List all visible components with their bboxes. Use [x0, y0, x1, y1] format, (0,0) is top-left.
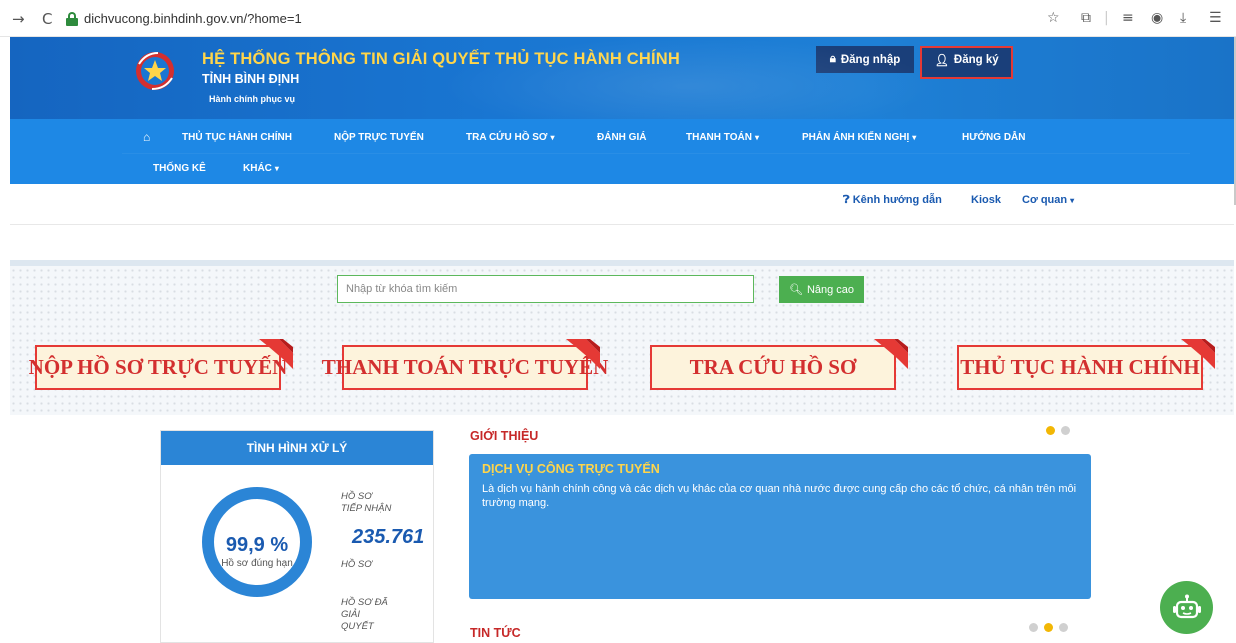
banner-label: NỘP HỒ SƠ TRỰC TUYẾN — [28, 355, 288, 379]
url-text[interactable]: dichvucong.binhdinh.gov.vn/?home=1 — [84, 11, 302, 26]
news-section-title: TIN TỨC — [470, 626, 521, 640]
nav-item-huong-dan[interactable]: HƯỚNG DẪN — [962, 132, 1026, 143]
nav-item-danh-gia[interactable]: ĐÁNH GIÁ — [597, 132, 646, 143]
on-time-label: Hồ sơ đúng hạn — [221, 558, 293, 569]
news-carousel-dots — [1029, 623, 1068, 632]
chevron-down-icon: ▾ — [1070, 196, 1075, 205]
nav-item-thong-ke[interactable]: THỐNG KÊ — [153, 163, 206, 174]
nav-row-divider — [122, 153, 1190, 184]
intro-carousel-dots — [1046, 426, 1070, 435]
carousel-dot[interactable] — [1044, 623, 1053, 632]
nav-item-thanh-toan[interactable]: THANH TOÁN ▾ — [686, 132, 759, 143]
received-label: HỒ SƠ TIẾP NHẬN — [341, 491, 392, 514]
address-bar[interactable]: dichvucong.binhdinh.gov.vn/?home=1 — [66, 6, 1071, 31]
reading-list-icon[interactable]: ≡ — [1122, 10, 1134, 26]
divider — [10, 224, 1234, 225]
banner-label: THỦ TỤC HÀNH CHÍNH — [960, 355, 1200, 379]
received-unit: HỒ SƠ — [341, 559, 372, 570]
intro-card: DỊCH VỤ CÔNG TRỰC TUYẾN Là dịch vụ hành … — [469, 454, 1091, 599]
bookmark-star-icon[interactable]: ☆ — [1047, 10, 1060, 26]
toolbar-divider: | — [1104, 10, 1109, 26]
extensions-icon[interactable]: ⧉ — [1081, 10, 1091, 26]
band-top-strip — [10, 260, 1234, 266]
banner-tra-cuu[interactable]: TRA CỨU HỒ SƠ — [650, 339, 908, 390]
nav-item-thu-tuc[interactable]: THỦ TỤC HÀNH CHÍNH — [182, 132, 292, 143]
processing-stats-panel: TÌNH HÌNH XỬ LÝ 99,9 % Hồ sơ đúng hạn HỒ… — [160, 430, 434, 643]
guide-channel-link[interactable]: ❓︎ Kênh hướng dẫn — [843, 194, 942, 207]
banner-nop-ho-so[interactable]: NỘP HỒ SƠ TRỰC TUYẾN — [29, 339, 293, 390]
login-label: Đăng nhập — [840, 53, 901, 66]
robot-icon — [1172, 594, 1201, 618]
kiosk-link[interactable]: Kiosk — [971, 194, 1001, 206]
main-navigation: ⌂ THỦ TỤC HÀNH CHÍNH NỘP TRỰC TUYẾN TRA … — [10, 119, 1234, 184]
site-subtitle: TỈNH BÌNH ĐỊNH — [202, 72, 300, 86]
site-title: HỆ THỐNG THÔNG TIN GIẢI QUYẾT THỦ TỤC HÀ… — [202, 50, 681, 68]
nav-item-nop-truc-tuyen[interactable]: NỘP TRỰC TUYẾN — [334, 132, 424, 143]
register-label: Đăng ký — [953, 53, 999, 66]
intro-section-title: GIỚI THIỆU — [470, 429, 539, 443]
intro-card-title: DỊCH VỤ CÔNG TRỰC TUYẾN — [482, 462, 660, 476]
chevron-down-icon: ▾ — [274, 164, 279, 173]
province-logo-icon[interactable] — [134, 50, 176, 92]
banner-thanh-toan[interactable]: THANH TOÁN TRỰC TUYẾN — [322, 339, 608, 390]
chevron-down-icon: ▾ — [754, 133, 759, 142]
chevron-down-icon: ▾ — [550, 133, 555, 142]
carousel-dot[interactable] — [1046, 426, 1055, 435]
ribbon-icon — [566, 339, 600, 369]
chatbot-button[interactable] — [1160, 581, 1213, 634]
solved-label: HỒ SƠ ĐÃ GIẢI QUYẾT — [341, 597, 388, 632]
nav-item-khac[interactable]: KHÁC ▾ — [243, 163, 279, 174]
browser-toolbar: → C dichvucong.binhdinh.gov.vn/?home=1 ☆… — [0, 0, 1236, 37]
banner-thu-tuc[interactable]: THỦ TỤC HÀNH CHÍNH — [957, 339, 1215, 390]
carousel-dot[interactable] — [1029, 623, 1038, 632]
chevron-down-icon: ▾ — [912, 133, 917, 142]
received-count: 235.761 — [352, 526, 425, 548]
home-icon[interactable]: ⌂ — [143, 130, 150, 144]
banner-label: TRA CỨU HỒ SƠ — [689, 355, 857, 379]
search-input[interactable] — [337, 275, 754, 303]
reload-icon[interactable]: C — [42, 10, 52, 28]
download-icon[interactable]: ⤓ — [1180, 10, 1186, 26]
ribbon-icon — [1181, 339, 1215, 369]
lock-icon: 🔒︎ — [829, 53, 836, 65]
login-button[interactable]: 🔒︎ Đăng nhập — [816, 46, 914, 73]
ribbon-icon — [874, 339, 908, 369]
add-user-icon: 👤︎ — [934, 54, 949, 67]
site-header: HỆ THỐNG THÔNG TIN GIẢI QUYẾT THỦ TỤC HÀ… — [10, 37, 1234, 119]
advanced-search-button[interactable]: 🔍︎ Nâng cao — [779, 276, 864, 303]
stats-title: TÌNH HÌNH XỬ LÝ — [161, 431, 433, 465]
site-slogan: Hành chính phục vụ — [209, 94, 296, 104]
profile-icon[interactable]: ◉ — [1151, 10, 1163, 26]
menu-icon[interactable]: ☰ — [1209, 10, 1222, 26]
back-icon[interactable]: → — [12, 10, 25, 28]
carousel-dot[interactable] — [1059, 623, 1068, 632]
question-icon: ❓︎ — [843, 194, 850, 206]
register-button[interactable]: 👤︎ Đăng ký — [920, 46, 1013, 79]
search-icon: 🔍︎ — [788, 284, 803, 296]
ribbon-icon — [259, 339, 293, 369]
agency-dropdown[interactable]: Cơ quan ▾ — [1022, 194, 1074, 206]
nav-item-phan-anh[interactable]: PHẢN ÁNH KIẾN NGHỊ ▾ — [802, 132, 916, 143]
carousel-dot[interactable] — [1061, 426, 1070, 435]
nav-item-tra-cuu[interactable]: TRA CỨU HỒ SƠ ▾ — [466, 132, 554, 143]
intro-card-text: Là dịch vụ hành chính công và các dịch v… — [482, 483, 1077, 509]
on-time-percent: 99,9 % — [225, 534, 289, 556]
lock-icon — [66, 11, 78, 26]
